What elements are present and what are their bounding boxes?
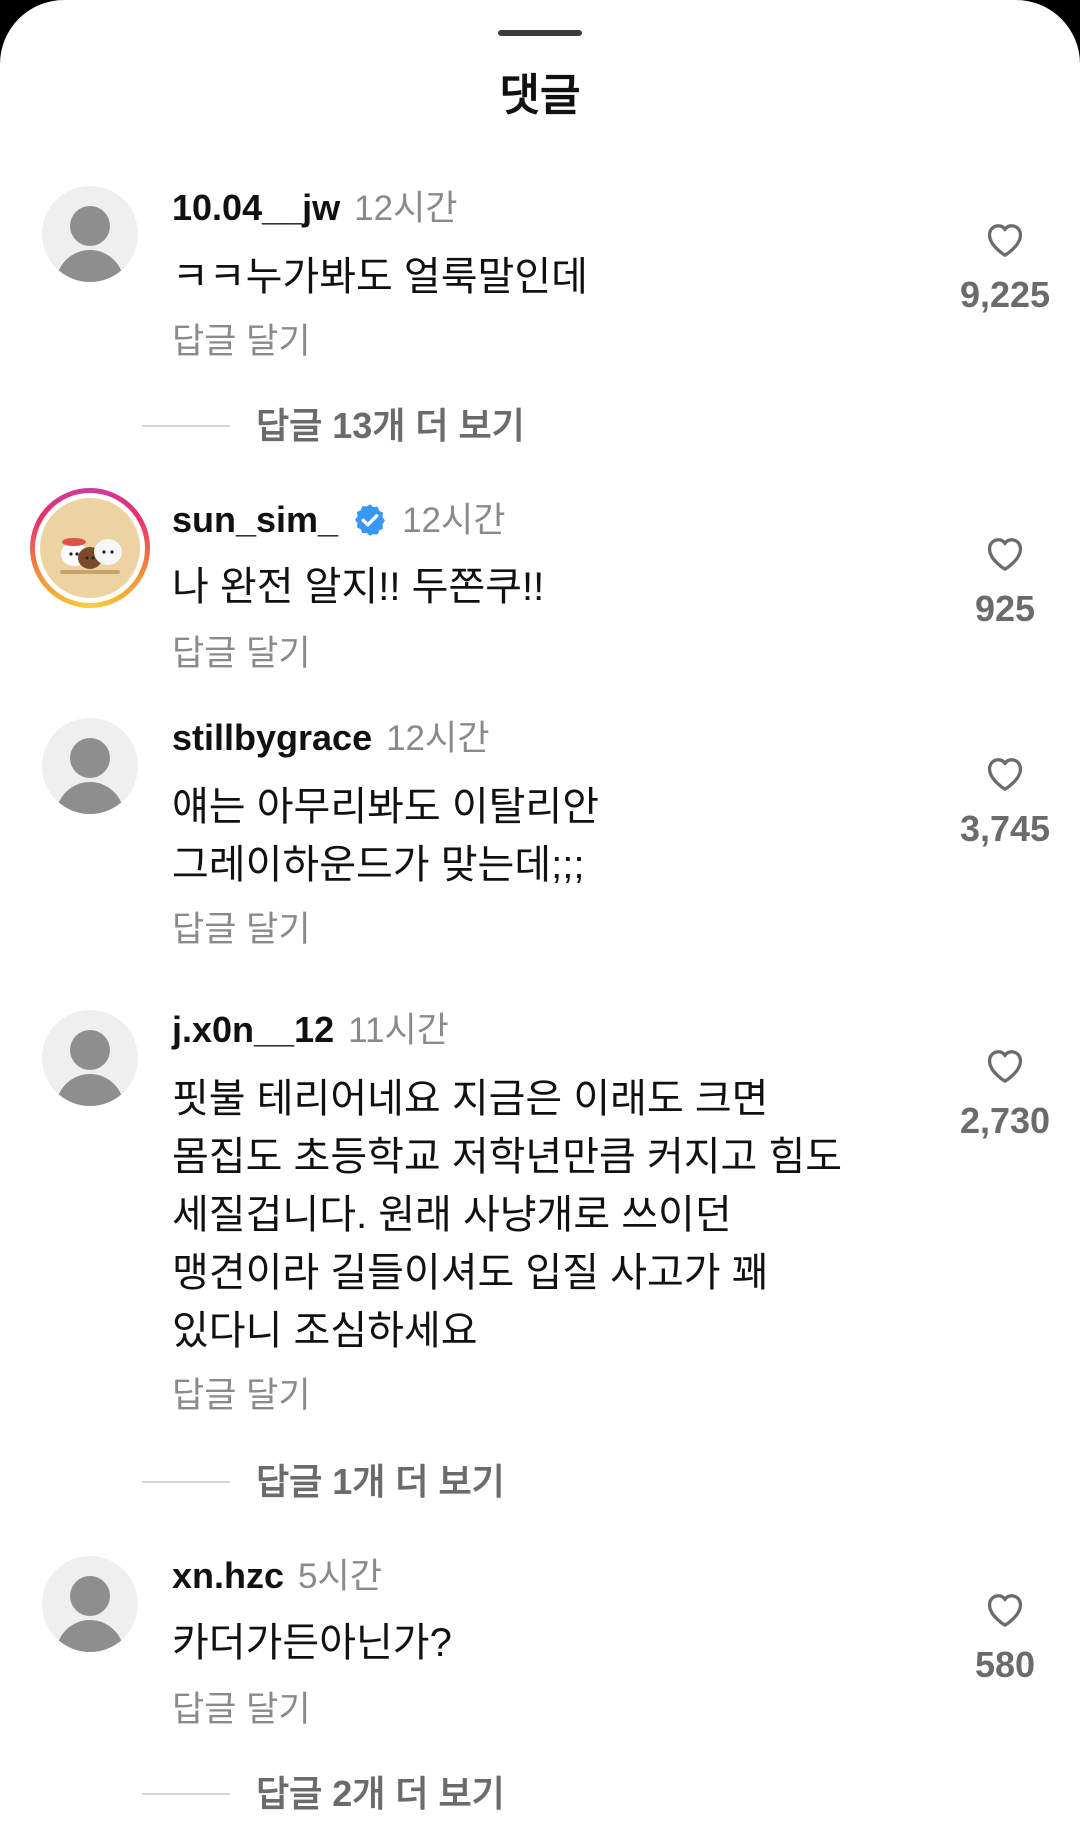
comment-text: 얘는 아무리봐도 이탈리안 그레이하운드가 맞는데;;; bbox=[172, 785, 600, 887]
view-more-replies-button[interactable]: 답글 1개 더 보기 bbox=[0, 1454, 1080, 1510]
default-avatar-icon[interactable] bbox=[42, 1556, 138, 1652]
comment-time: 11시간 bbox=[348, 1011, 449, 1050]
heart-outline-icon bbox=[987, 224, 1023, 257]
like-count: 925 bbox=[974, 588, 1036, 629]
comment-text: 나 완전 알지!! 두쫀쿠!! bbox=[172, 565, 545, 609]
heart-outline-icon bbox=[987, 758, 1023, 791]
comment-time: 12시간 bbox=[402, 501, 506, 540]
profile-photo bbox=[40, 498, 140, 598]
view-more-replies-label: 답글 13개 더 보기 bbox=[256, 405, 525, 446]
divider-line bbox=[142, 425, 230, 427]
reply-button[interactable]: 답글 달기 bbox=[172, 318, 311, 366]
comment-username[interactable]: xn.hzc bbox=[172, 1555, 284, 1597]
sheet-title: 댓글 bbox=[499, 71, 581, 120]
view-more-replies-button[interactable]: 답글 2개 더 보기 bbox=[0, 1766, 1080, 1822]
like-button[interactable]: 580 bbox=[940, 1588, 1070, 1686]
like-count: 580 bbox=[974, 1644, 1036, 1685]
heart-outline-icon bbox=[987, 538, 1023, 571]
heart-outline-icon bbox=[987, 1050, 1023, 1083]
default-avatar-icon[interactable] bbox=[42, 718, 138, 814]
like-count: 9,225 bbox=[959, 274, 1051, 315]
like-button[interactable]: 925 bbox=[940, 532, 1070, 630]
like-count: 2,730 bbox=[959, 1100, 1051, 1141]
comment-time: 12시간 bbox=[354, 189, 458, 228]
reply-button[interactable]: 답글 달기 bbox=[172, 1686, 311, 1734]
story-ring-avatar[interactable] bbox=[30, 488, 150, 608]
comment-username[interactable]: stillbygrace bbox=[172, 717, 372, 759]
drag-handle[interactable] bbox=[498, 30, 582, 36]
default-avatar-icon[interactable] bbox=[42, 186, 138, 282]
divider-line bbox=[142, 1793, 230, 1795]
heart-outline-icon bbox=[987, 1594, 1023, 1627]
comment-username[interactable]: 10.04__jw bbox=[172, 187, 340, 229]
like-count: 3,745 bbox=[959, 808, 1051, 849]
comment-text: 핏불 테리어네요 지금은 이래도 크면 몸집도 초등학교 저학년만큼 커지고 힘… bbox=[172, 1077, 843, 1353]
reply-button[interactable]: 답글 달기 bbox=[172, 630, 311, 678]
default-avatar-icon[interactable] bbox=[42, 1010, 138, 1106]
comment-text: 카더가든아닌가? bbox=[172, 1621, 452, 1665]
divider-line bbox=[142, 1481, 230, 1483]
view-more-replies-label: 답글 1개 더 보기 bbox=[256, 1461, 505, 1502]
like-button[interactable]: 2,730 bbox=[940, 1044, 1070, 1142]
like-button[interactable]: 3,745 bbox=[940, 752, 1070, 850]
verified-badge-icon bbox=[355, 504, 386, 536]
reply-button[interactable]: 답글 달기 bbox=[172, 906, 311, 954]
reply-button[interactable]: 답글 달기 bbox=[172, 1372, 311, 1420]
comment-text: ㅋㅋ누가봐도 얼룩말인데 bbox=[172, 255, 588, 299]
comment-time: 12시간 bbox=[386, 719, 490, 758]
comment-username[interactable]: j.x0n__12 bbox=[172, 1009, 334, 1051]
like-button[interactable]: 9,225 bbox=[940, 218, 1070, 316]
comments-sheet: 댓글 10.04__jw 12시간 ㅋㅋ누가봐도 얼룩말인데 답글 달기 9,2… bbox=[0, 0, 1080, 1824]
comment-time: 5시간 bbox=[298, 1557, 382, 1596]
comment-username[interactable]: sun_sim_ bbox=[172, 499, 338, 541]
view-more-replies-button[interactable]: 답글 13개 더 보기 bbox=[0, 398, 1080, 454]
view-more-replies-label: 답글 2개 더 보기 bbox=[256, 1773, 505, 1814]
